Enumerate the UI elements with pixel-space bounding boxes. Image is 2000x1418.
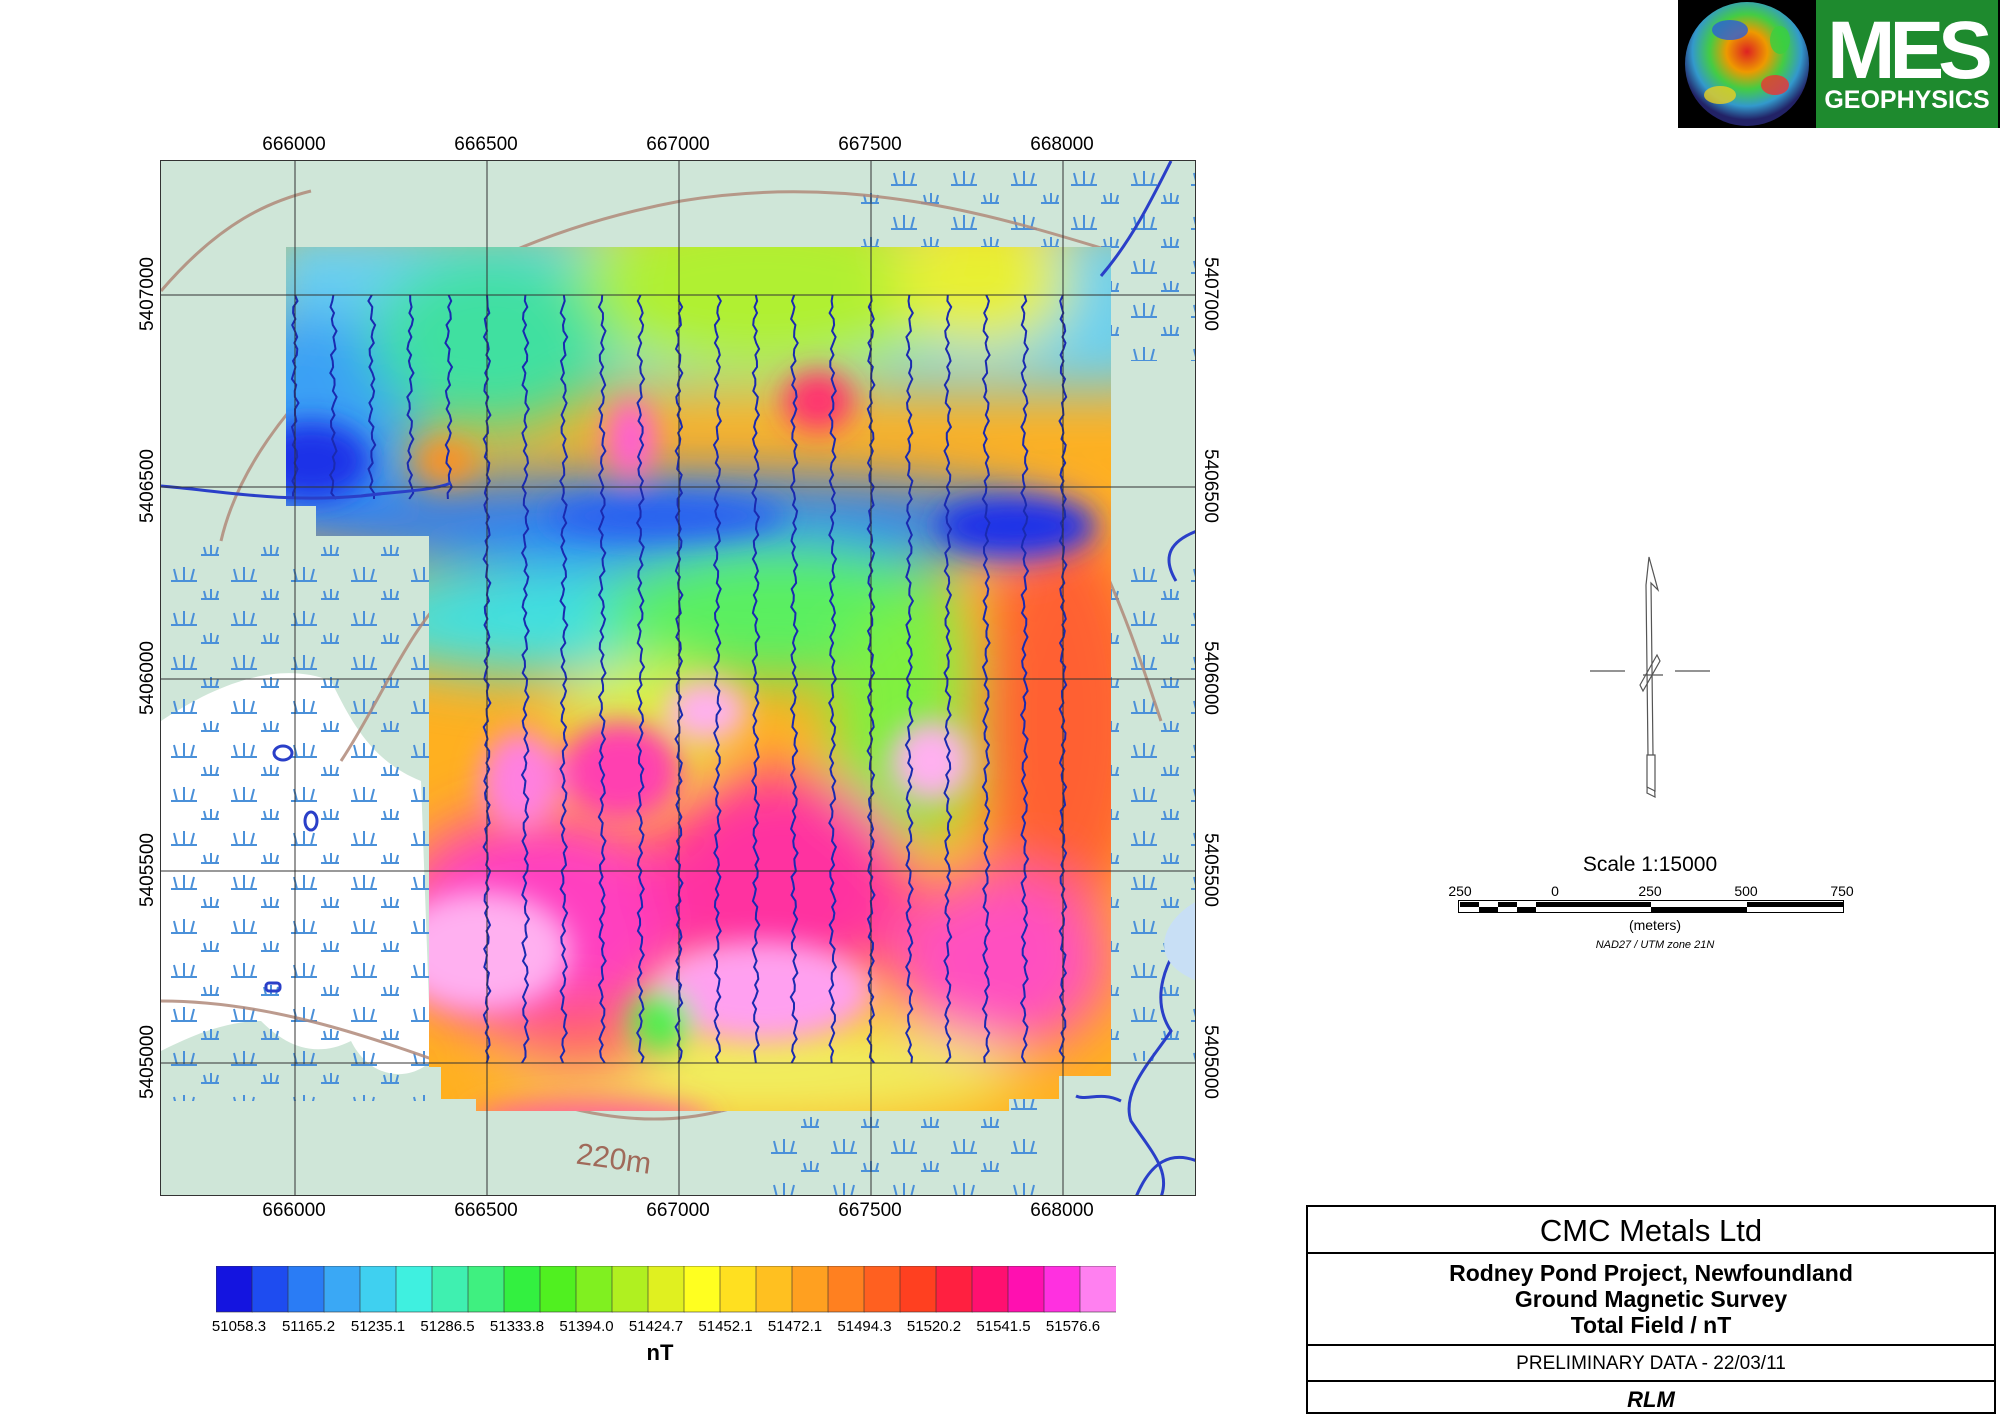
y-tick-right-5: 5405000 xyxy=(1200,1025,1221,1099)
colorbar-swatch xyxy=(395,1265,433,1313)
y-tick-right-4: 5405500 xyxy=(1200,833,1221,907)
colorbar-swatch xyxy=(827,1265,865,1313)
colorbar-swatch xyxy=(899,1265,937,1313)
logo-text-panel: MES GEOPHYSICS xyxy=(1816,0,1998,128)
scale-units: (meters) xyxy=(1628,917,1682,933)
colorbar-swatch xyxy=(467,1265,505,1313)
magnetic-survey-map[interactable]: 220m xyxy=(160,160,1196,1196)
colorbar-swatch xyxy=(251,1265,289,1313)
colorbar-swatch xyxy=(503,1265,541,1313)
title-status-row: PRELIMINARY DATA - 22/03/11 xyxy=(1308,1346,1994,1382)
y-tick-right-1: 5407000 xyxy=(1200,257,1221,331)
x-tick-bottom-3: 667000 xyxy=(646,1200,710,1221)
colorbar-label: 51494.3 xyxy=(837,1318,892,1335)
colorbar-swatch xyxy=(719,1265,757,1313)
colorbar-unit: nT xyxy=(646,1340,674,1365)
colorbar-swatch xyxy=(1007,1265,1045,1313)
north-arrow xyxy=(1585,555,1715,800)
logo-sub-text: GEOPHYSICS xyxy=(1824,86,1990,114)
colorbar-label: 51576.6 xyxy=(1045,1318,1101,1335)
x-tick-top-5: 668000 xyxy=(1030,134,1094,155)
colorbar-swatch xyxy=(791,1265,829,1313)
colorbar-swatch xyxy=(1043,1265,1081,1313)
x-tick-bottom-1: 666000 xyxy=(262,1200,326,1221)
colorbar-label: 51058.3 xyxy=(211,1318,267,1335)
colorbar-swatch xyxy=(755,1265,793,1313)
colorbar-swatch xyxy=(575,1265,613,1313)
colorbar-label: 51520.2 xyxy=(906,1318,962,1335)
y-tick-right-3: 5406000 xyxy=(1200,641,1221,715)
x-tick-top-2: 666500 xyxy=(454,134,518,155)
colorbar-swatches xyxy=(215,1265,1117,1313)
colorbar-swatch xyxy=(323,1265,361,1313)
projection-label: NAD27 / UTM zone 21N xyxy=(1595,939,1715,951)
colorbar-swatch xyxy=(935,1265,973,1313)
scale-tick-5: 750 xyxy=(1830,883,1854,899)
y-tick-left-1: 5407000 xyxy=(137,257,158,331)
colorbar-swatch xyxy=(359,1265,397,1313)
project-line-2: Ground Magnetic Survey xyxy=(1514,1286,1788,1312)
title-project-row: Rodney Pond Project, Newfoundland Ground… xyxy=(1308,1254,1994,1346)
colorbar-label: 51165.2 xyxy=(281,1318,336,1335)
title-author-row: RLM xyxy=(1308,1382,1994,1414)
x-tick-top-3: 667000 xyxy=(646,134,710,155)
company-logo: MES GEOPHYSICS xyxy=(1678,0,2000,128)
y-tick-left-3: 5406000 xyxy=(137,641,158,715)
logo-main-text: MES xyxy=(1827,5,1993,96)
map-canvas: 220m xyxy=(161,161,1195,1195)
scale-title: Scale 1:15000 xyxy=(1582,853,1718,876)
colorbar-label: 51472.1 xyxy=(767,1318,823,1335)
colorbar-swatch xyxy=(287,1265,325,1313)
colorbar-swatch xyxy=(431,1265,469,1313)
status-text: PRELIMINARY DATA - 22/03/11 xyxy=(1516,1353,1786,1374)
north-arrow-icon xyxy=(1590,556,1710,798)
colorbar-label: 51394.0 xyxy=(559,1318,614,1335)
colorbar-label: 51235.1 xyxy=(350,1318,406,1335)
x-tick-bottom-4: 667500 xyxy=(838,1200,902,1221)
colorbar-label: 51424.7 xyxy=(628,1318,684,1335)
x-tick-bottom-5: 668000 xyxy=(1030,1200,1094,1221)
y-tick-right-2: 5406500 xyxy=(1200,449,1221,523)
y-tick-left-2: 5406500 xyxy=(137,449,158,523)
project-line-1: Rodney Pond Project, Newfoundland xyxy=(1449,1260,1853,1286)
colorbar-label: 51286.5 xyxy=(420,1318,475,1335)
colorbar-swatch xyxy=(971,1265,1009,1313)
colorbar-swatch xyxy=(611,1265,649,1313)
colorbar-swatch xyxy=(647,1265,685,1313)
colorbar xyxy=(215,1265,1117,1321)
scale-tick-2: 0 xyxy=(1551,883,1559,899)
title-company-row: CMC Metals Ltd xyxy=(1308,1207,1994,1254)
title-block: CMC Metals Ltd Rodney Pond Project, Newf… xyxy=(1306,1205,1996,1414)
company-name: CMC Metals Ltd xyxy=(1539,1213,1763,1248)
x-tick-top-1: 666000 xyxy=(262,134,326,155)
colorbar-label: 51541.5 xyxy=(976,1318,1031,1335)
colorbar-label: 51333.8 xyxy=(489,1318,545,1335)
colorbar-swatch xyxy=(863,1265,901,1313)
colorbar-swatch xyxy=(215,1265,253,1313)
scale-tick-3: 250 xyxy=(1638,883,1662,899)
project-line-3: Total Field / nT xyxy=(1570,1312,1732,1338)
y-tick-left-4: 5405500 xyxy=(137,833,158,907)
author-initials: RLM xyxy=(1627,1387,1675,1412)
colorbar-swatch xyxy=(539,1265,577,1313)
colorbar-label: 51452.1 xyxy=(698,1318,753,1335)
y-tick-left-5: 5405000 xyxy=(137,1025,158,1099)
x-tick-top-4: 667500 xyxy=(838,134,902,155)
logo-globe-icon xyxy=(1680,0,1814,128)
x-tick-bottom-2: 666500 xyxy=(454,1200,518,1221)
scale-tick-4: 500 xyxy=(1734,883,1758,899)
scale-tick-1: 250 xyxy=(1448,883,1472,899)
colorbar-swatch xyxy=(683,1265,721,1313)
colorbar-swatch xyxy=(1079,1265,1117,1313)
